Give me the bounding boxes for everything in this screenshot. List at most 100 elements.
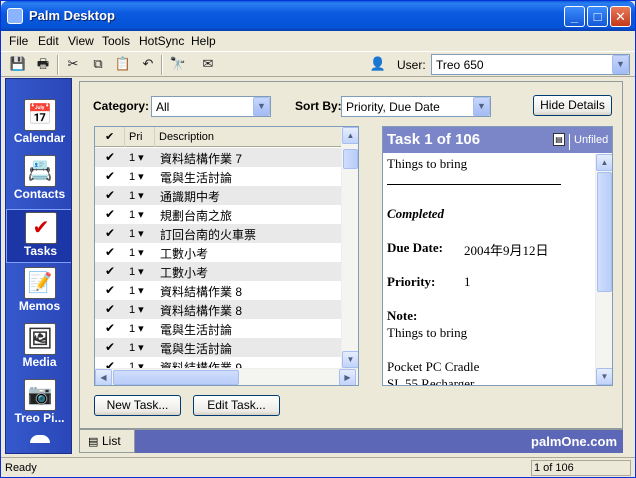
scroll-left-icon[interactable]: ◀ [95,369,112,385]
task-detail-panel: Task 1 of 106 ▤ Unfiled Things to bring … [382,126,613,386]
priority-select[interactable]: 1 ▾ [129,322,144,335]
scroll-down-icon[interactable]: ▼ [596,368,612,385]
user-select[interactable]: Treo 650 ▼ [431,54,630,75]
brand-link[interactable]: palmOne.com [531,434,617,449]
list-vertical-scrollbar[interactable]: ▲ ▼ [341,127,358,368]
menu-edit[interactable]: Edit [38,34,59,48]
priority-select[interactable]: 1 ▾ [129,189,144,202]
detail-description: Things to bring [387,156,468,171]
tab-list[interactable]: ▤ List [79,430,135,453]
print-icon[interactable]: 🖶 [34,55,52,73]
minimize-button[interactable]: _ [564,6,585,27]
table-row[interactable]: ✔ 1 ▾ 電與生活討論 [95,319,343,338]
table-row[interactable]: ✔ 1 ▾ 訂回台南的火車票 [95,224,343,243]
copy-icon[interactable]: ⧉ [89,55,107,73]
close-button[interactable]: ✕ [610,6,631,27]
title-bar[interactable]: Palm Desktop _ □ ✕ [1,1,635,31]
launcher-contacts[interactable]: 📇 Contacts [6,153,71,207]
complete-checkbox[interactable]: ✔ [105,226,115,240]
media-icon: 🖼 [24,323,56,355]
complete-checkbox[interactable]: ✔ [105,283,115,297]
hide-details-button[interactable]: Hide Details [533,95,612,116]
sort-select[interactable]: Priority, Due Date ▼ [341,96,491,117]
launcher-memos[interactable]: 📝 Memos [6,265,71,319]
menu-tools[interactable]: Tools [102,34,130,48]
priority-select[interactable]: 1 ▾ [129,265,144,278]
table-row[interactable]: ✔ 1 ▾ 電與生活討論 [95,338,343,357]
priority-select[interactable]: 1 ▾ [129,246,144,259]
attach-note-icon[interactable]: ✉ [199,55,217,73]
chevron-down-icon[interactable]: ▼ [612,55,629,74]
chevron-down-icon[interactable]: ▼ [253,97,270,116]
table-row[interactable]: ✔ 1 ▾ 工數小考 [95,262,343,281]
undo-icon[interactable]: ↶ [139,55,157,73]
header-description[interactable]: Description [155,127,343,147]
view-tabs: ▤ List palmOne.com [79,429,623,453]
launcher-treo-pictures[interactable]: 📷 Treo Pi... [6,377,71,431]
launcher-label: Memos [18,299,61,313]
launcher-calendar[interactable]: 📅 Calendar [6,97,71,151]
complete-checkbox[interactable]: ✔ [105,188,115,202]
note-icon[interactable]: ▤ [553,133,565,146]
priority-select[interactable]: 1 ▾ [129,303,144,316]
launcher-scroll-icon[interactable] [30,435,50,443]
list-header: ✔ Pri Description [95,127,343,147]
scroll-down-icon[interactable]: ▼ [342,351,358,368]
maximize-button[interactable]: □ [587,6,608,27]
priority-select[interactable]: 1 ▾ [129,227,144,240]
complete-checkbox[interactable]: ✔ [105,302,115,316]
header-priority[interactable]: Pri [125,127,155,147]
table-row[interactable]: ✔ 1 ▾ 通識期中考 [95,186,343,205]
menu-help[interactable]: Help [191,34,216,48]
launcher-tasks[interactable]: ✔ Tasks [6,209,71,263]
complete-checkbox[interactable]: ✔ [105,169,115,183]
menu-view[interactable]: View [68,34,94,48]
category-select[interactable]: All ▼ [151,96,271,117]
complete-checkbox[interactable]: ✔ [105,340,115,354]
list-horizontal-scrollbar[interactable]: ◀ ▶ [95,368,358,385]
paste-icon[interactable]: 📋 [114,55,132,73]
complete-checkbox[interactable]: ✔ [105,207,115,221]
find-icon[interactable]: 🔭 [169,55,187,73]
menu-hotsync[interactable]: HotSync [139,34,184,48]
header-check[interactable]: ✔ [95,127,125,147]
table-row[interactable]: ✔ 1 ▾ 資料結構作業 8 [95,281,343,300]
edit-task-button[interactable]: Edit Task... [193,395,280,416]
chevron-down-icon[interactable]: ▼ [473,97,490,116]
scroll-thumb[interactable] [343,149,358,169]
contacts-icon: 📇 [24,155,56,187]
cut-icon[interactable]: ✂ [64,55,82,73]
treo-pictures-icon: 📷 [24,379,56,411]
task-description: 電與生活討論 [160,323,233,337]
scroll-up-icon[interactable]: ▲ [596,154,612,171]
scroll-thumb[interactable] [113,370,239,385]
user-icon: 👤 [369,56,387,71]
table-row[interactable]: ✔ 1 ▾ 電與生活討論 [95,167,343,186]
category-badge[interactable]: Unfiled [569,134,608,150]
save-icon[interactable]: 💾 [9,55,27,73]
priority-select[interactable]: 1 ▾ [129,208,144,221]
task-description: 電與生活討論 [160,342,233,356]
new-task-button[interactable]: New Task... [94,395,181,416]
scroll-thumb[interactable] [597,172,612,292]
table-row[interactable]: ✔ 1 ▾ 資料結構作業 8 [95,300,343,319]
complete-checkbox[interactable]: ✔ [105,150,115,164]
priority-select[interactable]: 1 ▾ [129,284,144,297]
launcher-media[interactable]: 🖼 Media [6,321,71,375]
scroll-up-icon[interactable]: ▲ [342,127,358,144]
window-title: Palm Desktop [29,8,115,23]
priority-select[interactable]: 1 ▾ [129,341,144,354]
complete-checkbox[interactable]: ✔ [105,321,115,335]
menu-file[interactable]: File [9,34,28,48]
scroll-right-icon[interactable]: ▶ [339,369,356,385]
toolbar-separator [161,55,163,75]
table-row[interactable]: ✔ 1 ▾ 資料結構作業 7 [95,148,343,167]
priority-select[interactable]: 1 ▾ [129,151,144,164]
table-row[interactable]: ✔ 1 ▾ 工數小考 [95,243,343,262]
launcher-label: Media [22,355,57,369]
complete-checkbox[interactable]: ✔ [105,245,115,259]
detail-vertical-scrollbar[interactable]: ▲ ▼ [595,154,612,385]
complete-checkbox[interactable]: ✔ [105,264,115,278]
table-row[interactable]: ✔ 1 ▾ 規劃台南之旅 [95,205,343,224]
priority-select[interactable]: 1 ▾ [129,170,144,183]
